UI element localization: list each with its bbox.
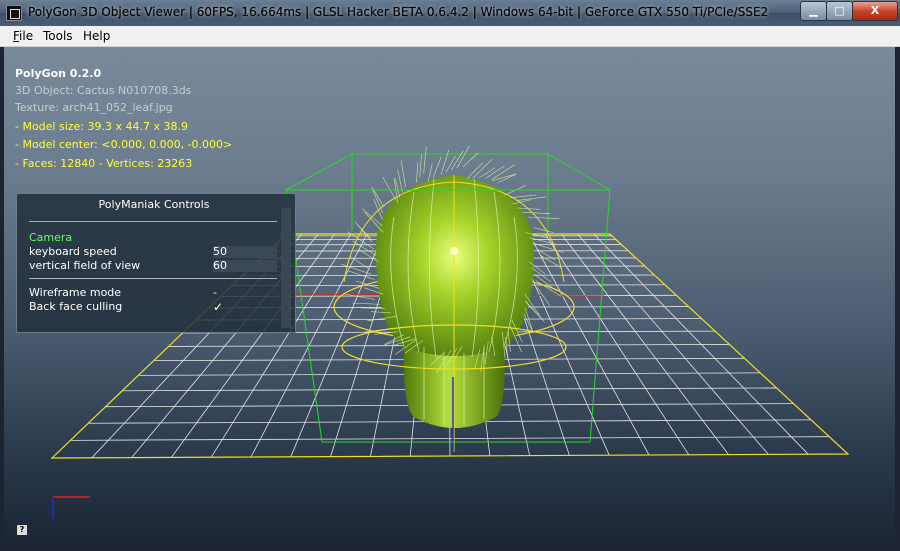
keyboard-speed-label: keyboard speed xyxy=(29,245,117,258)
minimize-button[interactable]: ▁ xyxy=(800,1,827,21)
help-icon[interactable]: ? xyxy=(16,524,28,536)
menu-file[interactable]: File xyxy=(13,29,33,43)
polymaniak-controls-panel: PolyManiak Controls Camera keyboard spee… xyxy=(16,193,296,333)
controls-title: PolyManiak Controls xyxy=(98,198,210,211)
maximize-button[interactable]: □ xyxy=(826,1,853,21)
pivot-point xyxy=(450,247,458,255)
info-faces-vertices: - Faces: 12840 - Vertices: 23263 xyxy=(15,157,193,170)
info-model-center: - Model center: <0.000, 0.000, -0.000> xyxy=(15,138,233,151)
keyboard-speed-input[interactable]: 50 xyxy=(213,246,277,258)
close-button[interactable]: X xyxy=(852,1,898,21)
title-bar[interactable]: PolyGon 3D Object Viewer | 60FPS, 16.664… xyxy=(0,0,900,26)
app-icon xyxy=(6,5,22,21)
info-texture: Texture: arch41_052_leaf.jpg xyxy=(15,101,173,114)
menu-help[interactable]: Help xyxy=(83,29,110,43)
divider xyxy=(29,278,277,279)
fov-input[interactable]: 60 xyxy=(213,260,277,272)
divider xyxy=(29,221,277,222)
info-app-version: PolyGon 0.2.0 xyxy=(15,67,102,80)
back-face-culling-checkbox[interactable]: ✓ xyxy=(213,301,277,313)
info-3d-object: 3D Object: Cactus N010708.3ds xyxy=(15,84,192,97)
menu-file-label: ile xyxy=(19,29,34,43)
menu-tools[interactable]: Tools xyxy=(43,29,73,43)
wireframe-mode-checkbox[interactable]: - xyxy=(213,287,277,299)
fov-label: vertical field of view xyxy=(29,259,141,272)
panel-scrollbar[interactable] xyxy=(281,208,291,328)
app-window: PolyGon 3D Object Viewer | 60FPS, 16.664… xyxy=(0,0,900,551)
window-title: PolyGon 3D Object Viewer | 60FPS, 16.664… xyxy=(28,5,769,19)
back-face-culling-label: Back face culling xyxy=(29,300,123,313)
wireframe-mode-label: Wireframe mode xyxy=(29,286,122,299)
camera-section-label: Camera xyxy=(29,231,73,244)
menu-bar: File Tools Help xyxy=(0,26,900,47)
axis-gizmo xyxy=(52,496,90,519)
info-model-size: - Model size: 39.3 x 44.7 x 38.9 xyxy=(15,120,189,133)
3d-viewport[interactable]: PolyGon 0.2.0 3D Object: Cactus N010708.… xyxy=(4,47,895,546)
